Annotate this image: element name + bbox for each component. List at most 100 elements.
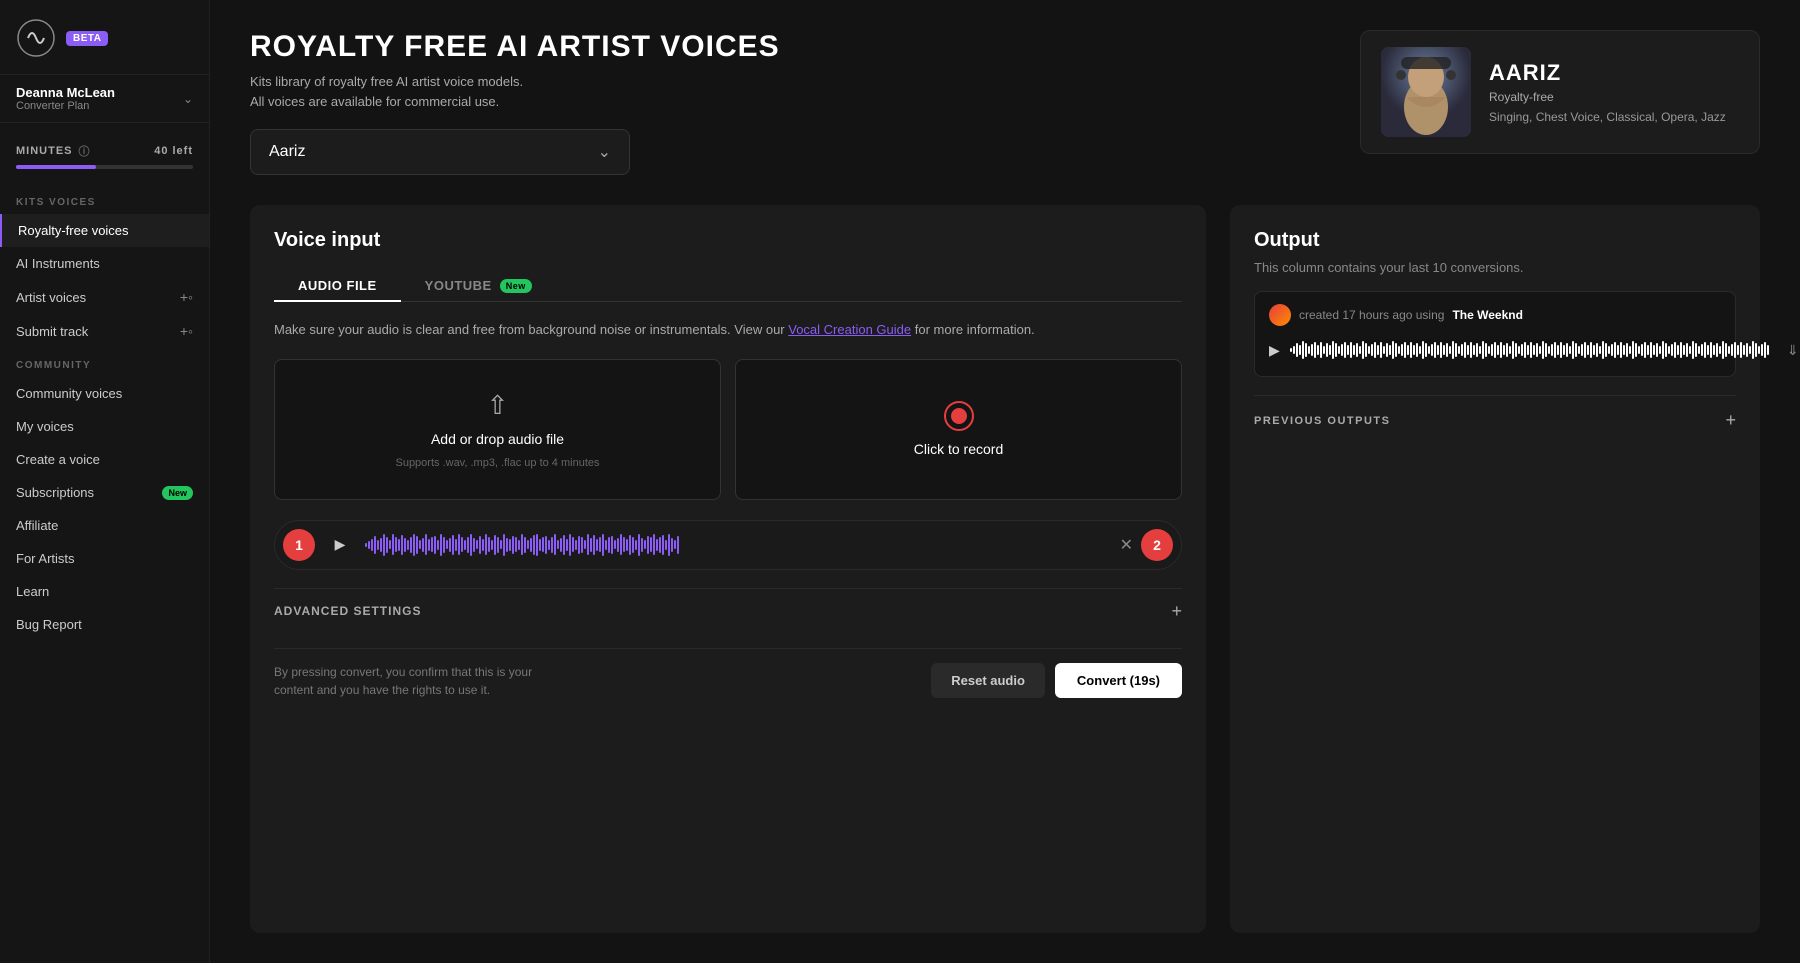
waveform-bar-segment [506, 538, 508, 552]
output-bar-segment [1428, 346, 1430, 353]
output-bar-segment [1485, 343, 1487, 357]
audio-guide-text: Make sure your audio is clear and free f… [274, 320, 1182, 341]
output-bar-segment [1590, 342, 1592, 358]
waveform-bar-segment [677, 536, 679, 554]
waveform-bar-segment [446, 540, 448, 549]
youtube-new-badge: New [500, 279, 532, 293]
waveform-bar-segment [635, 540, 637, 551]
output-bar-segment [1491, 344, 1493, 356]
output-bar-segment [1551, 344, 1553, 356]
sidebar-item-subscriptions[interactable]: Subscriptions New [0, 476, 209, 509]
output-bar-segment [1341, 344, 1343, 356]
output-bar-segment [1593, 345, 1595, 356]
sidebar-item-for-artists[interactable]: For Artists [0, 542, 209, 575]
sidebar-item-affiliate[interactable]: Affiliate [0, 509, 209, 542]
sidebar-item-submit-track[interactable]: Submit track +◦ [0, 314, 209, 348]
advanced-settings-row[interactable]: ADVANCED SETTINGS + [274, 588, 1182, 634]
drop-zones: ⇧ Add or drop audio file Supports .wav, … [274, 359, 1182, 500]
waveform-bar-segment [668, 534, 670, 557]
vocal-guide-link[interactable]: Vocal Creation Guide [788, 322, 911, 337]
reset-audio-button[interactable]: Reset audio [931, 663, 1045, 698]
output-bar-segment [1695, 343, 1697, 357]
convert-button[interactable]: Convert (19s) [1055, 663, 1182, 698]
output-bar-segment [1554, 342, 1556, 359]
waveform-play-button[interactable]: ▶ [327, 532, 353, 558]
output-bar-segment [1755, 343, 1757, 357]
waveform-bar-segment [497, 537, 499, 554]
output-bar-segment [1758, 346, 1760, 353]
output-bar-segment [1740, 342, 1742, 358]
output-bar-segment [1749, 346, 1751, 354]
tab-audio-file[interactable]: AUDIO FILE [274, 270, 401, 301]
sidebar-item-label: Affiliate [16, 518, 58, 533]
output-bar-segment [1680, 342, 1682, 358]
output-bar-segment [1653, 345, 1655, 356]
artist-type: Royalty-free [1489, 90, 1726, 104]
waveform-bar-segment [479, 536, 481, 554]
voice-input-panel: Voice input AUDIO FILE YOUTUBE New Make … [250, 205, 1206, 933]
output-action-buttons: ⇓ □ 🔗 [1779, 336, 1800, 364]
user-section[interactable]: Deanna McLean Converter Plan ⌄ [0, 74, 209, 123]
waveform-bar-segment [389, 540, 391, 549]
sidebar-item-bug-report[interactable]: Bug Report [0, 608, 209, 641]
waveform-bar-segment [440, 534, 442, 557]
sidebar-item-my-voices[interactable]: My voices [0, 410, 209, 443]
output-bar-segment [1500, 342, 1502, 358]
sidebar-item-community-voices[interactable]: Community voices [0, 377, 209, 410]
advanced-settings-expand-icon[interactable]: + [1171, 601, 1182, 622]
output-bar-segment [1410, 342, 1412, 358]
waveform-bar-segment [485, 534, 487, 555]
waveform-bar-segment [548, 540, 550, 551]
waveform-bar-segment [632, 537, 634, 554]
artist-selector-dropdown[interactable]: Aariz ⌄ [250, 129, 630, 175]
previous-outputs-row[interactable]: PREVIOUS OUTPUTS + [1254, 395, 1736, 431]
input-tabs: AUDIO FILE YOUTUBE New [274, 270, 1182, 302]
output-bar-segment [1716, 343, 1718, 356]
output-play-button[interactable]: ▶ [1269, 336, 1280, 364]
output-download-button[interactable]: ⇓ [1779, 336, 1800, 364]
tab-youtube[interactable]: YOUTUBE New [401, 270, 556, 301]
output-bar-segment [1515, 343, 1517, 357]
user-dropdown-chevron[interactable]: ⌄ [183, 92, 193, 106]
waveform-bar-segment [614, 540, 616, 549]
output-meta-pre: created 17 hours ago using [1299, 308, 1444, 322]
sidebar: BETA Deanna McLean Converter Plan ⌄ MINU… [0, 0, 210, 963]
upload-drop-zone[interactable]: ⇧ Add or drop audio file Supports .wav, … [274, 359, 721, 500]
waveform-close-button[interactable]: ✕ [1116, 531, 1137, 559]
output-bar-segment [1677, 345, 1679, 355]
output-bar-segment [1605, 343, 1607, 357]
step1-badge: 1 [283, 529, 315, 561]
sidebar-item-artist-voices[interactable]: Artist voices +◦ [0, 280, 209, 314]
upload-icon: ⇧ [487, 390, 509, 421]
guide-post: for more information. [915, 322, 1035, 337]
sidebar-item-ai-instruments[interactable]: AI Instruments [0, 247, 209, 280]
sidebar-item-create-voice[interactable]: Create a voice [0, 443, 209, 476]
sidebar-item-royalty-voices[interactable]: Royalty-free voices [0, 214, 209, 247]
output-bar-segment [1311, 344, 1313, 356]
output-bar-segment [1362, 341, 1364, 359]
output-bar-segment [1518, 346, 1520, 353]
waveform-bar-segment [473, 538, 475, 552]
output-subtitle: This column contains your last 10 conver… [1254, 260, 1736, 275]
waveform-bar-segment [407, 540, 409, 551]
waveform-bar-segment [572, 537, 574, 552]
waveform-bar-segment [626, 539, 628, 551]
add-track-icon[interactable]: +◦ [180, 323, 193, 339]
previous-outputs-expand-icon[interactable]: + [1725, 410, 1736, 431]
sidebar-item-label: Subscriptions [16, 485, 94, 500]
waveform-bar-segment [503, 534, 505, 557]
waveform-bar-segment [575, 540, 577, 551]
record-drop-zone[interactable]: Click to record [735, 359, 1182, 500]
add-artist-icon[interactable]: +◦ [180, 289, 193, 305]
voice-input-title: Voice input [274, 229, 1182, 252]
waveform-bar-segment [599, 537, 601, 552]
waveform-bar-segment [476, 540, 478, 549]
output-bar-segment [1635, 343, 1637, 357]
sidebar-item-learn[interactable]: Learn [0, 575, 209, 608]
output-bar-segment [1416, 343, 1418, 356]
output-bar-segment [1752, 341, 1754, 359]
output-bar-segment [1725, 343, 1727, 357]
logo-area: BETA [0, 18, 209, 74]
minutes-info-icon: ⓘ [79, 143, 91, 159]
sidebar-item-label: My voices [16, 419, 74, 434]
